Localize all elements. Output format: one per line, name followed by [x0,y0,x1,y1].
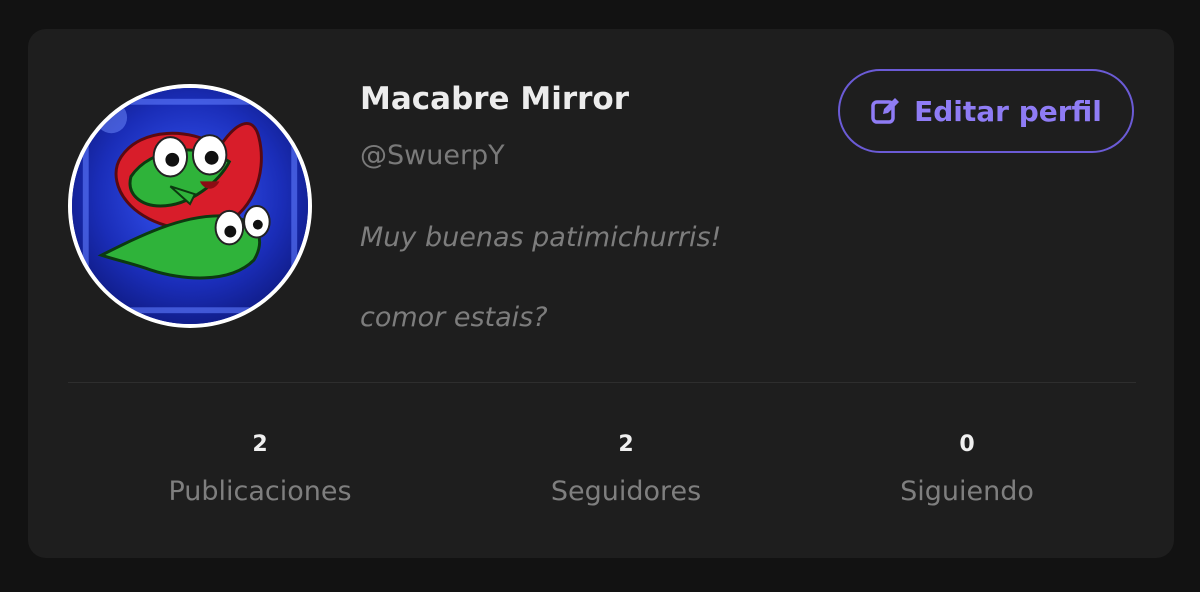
avatar[interactable] [68,84,312,328]
edit-icon [870,95,902,127]
avatar-image [72,88,308,324]
edit-profile-button[interactable]: Editar perfil [838,69,1134,153]
display-name: Macabre Mirror [360,81,629,117]
stat-posts[interactable]: 2 Publicaciones [168,429,351,507]
stat-followers-label: Seguidores [550,476,702,507]
bio-line-1: Muy buenas patimichurris! [360,222,722,253]
stat-following-label: Siguiendo [900,476,1034,507]
divider [68,382,1136,383]
username-handle: @SwuerpY [360,140,505,171]
profile-card: Macabre Mirror @SwuerpY Muy buenas patim… [28,29,1174,558]
stat-posts-label: Publicaciones [168,476,352,507]
stat-following[interactable]: 0 Siguiendo [900,429,1034,507]
stat-followers-count: 2 [618,432,634,457]
stat-following-count: 0 [959,432,975,457]
edit-profile-label: Editar perfil [914,94,1102,128]
stat-followers[interactable]: 2 Seguidores [551,429,701,507]
bio-line-2: comor estais? [360,302,548,333]
stat-posts-count: 2 [252,432,268,457]
